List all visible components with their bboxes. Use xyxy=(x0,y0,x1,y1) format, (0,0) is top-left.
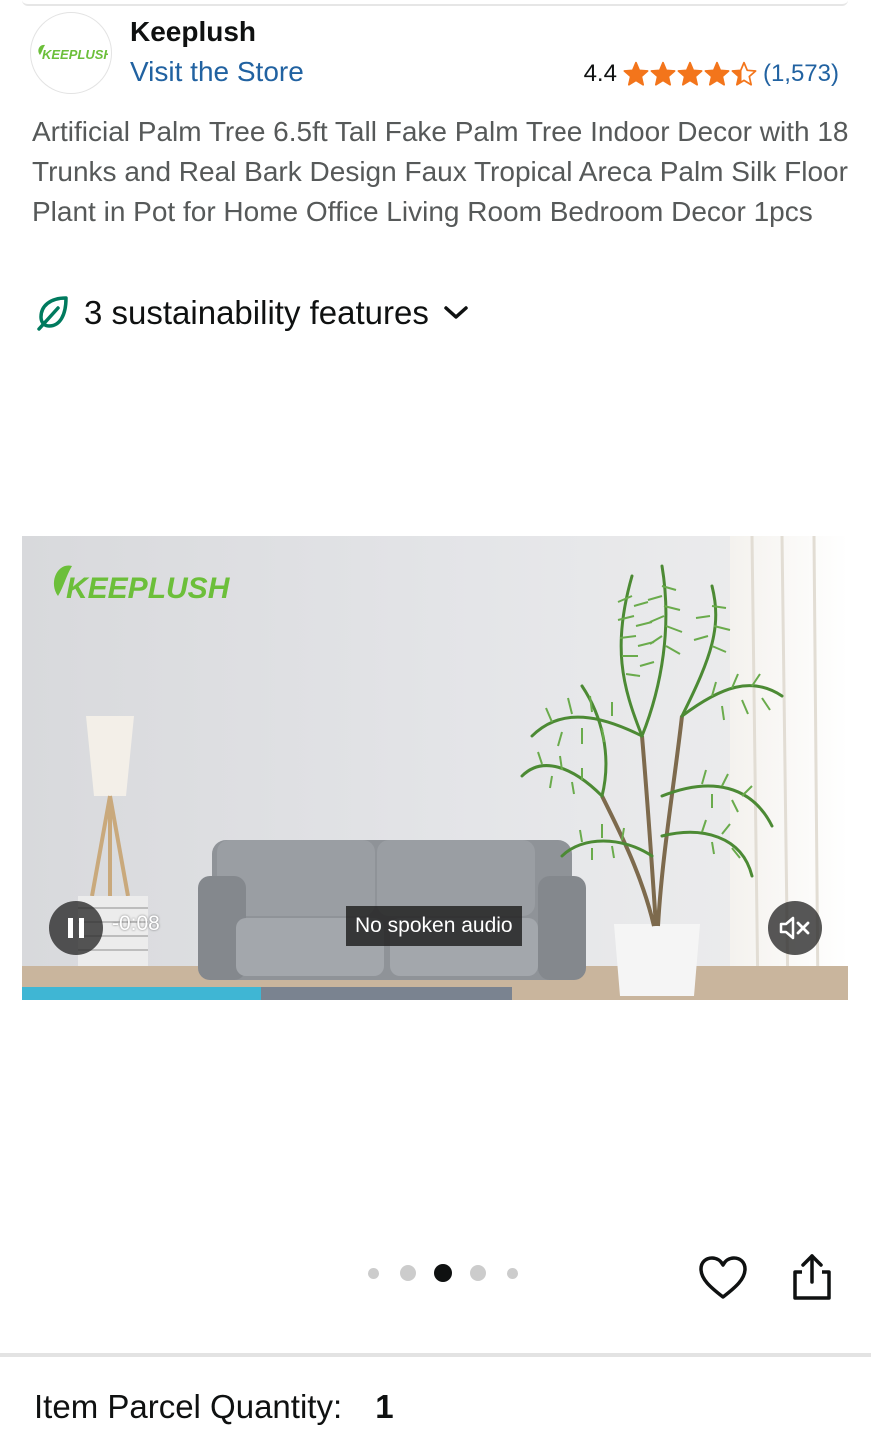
star-icon xyxy=(623,61,649,86)
parcel-quantity-value: 1 xyxy=(375,1388,394,1425)
mute-button[interactable] xyxy=(768,901,822,955)
leaf-icon xyxy=(37,296,68,331)
star-icon xyxy=(704,61,730,86)
carousel-dot[interactable] xyxy=(507,1267,518,1279)
share-icon xyxy=(793,1254,831,1300)
carousel-dot[interactable] xyxy=(368,1267,379,1279)
wishlist-button[interactable] xyxy=(698,1255,748,1306)
heart-icon xyxy=(699,1256,747,1299)
speaker-muted-icon xyxy=(779,916,810,940)
star-icon xyxy=(731,61,757,86)
carousel-indicator xyxy=(356,1264,530,1282)
parcel-quantity: Item Parcel Quantity: 1 xyxy=(34,1388,394,1426)
carousel-dot[interactable] xyxy=(470,1265,486,1281)
rating-count[interactable]: (1,573) xyxy=(763,60,839,88)
visit-store-link[interactable]: Visit the Store xyxy=(130,56,304,88)
pause-icon xyxy=(68,918,84,938)
brand-name: Keeplush xyxy=(130,16,257,47)
chevron-down-icon xyxy=(444,306,468,319)
product-title: Artificial Palm Tree 6.5ft Tall Fake Pal… xyxy=(32,116,849,227)
brand-logo-text: KEEPLUSH xyxy=(42,47,108,62)
pause-button[interactable] xyxy=(49,901,103,955)
brand-logo-icon: KEEPLUSH xyxy=(38,44,108,62)
star-rating xyxy=(623,61,757,87)
sustainability-label: 3 sustainability features xyxy=(84,294,429,331)
rating-value: 4.4 xyxy=(583,60,617,87)
video-watermark: KEEPLUSH xyxy=(66,572,231,605)
video-time: -0:08 xyxy=(112,912,160,935)
star-icon xyxy=(677,61,703,86)
product-video[interactable]: KEEPLUSH -0:08 No spoken audio xyxy=(22,536,848,1000)
brand-logo[interactable]: KEEPLUSH xyxy=(30,12,112,94)
card-edge xyxy=(22,0,848,6)
star-icon xyxy=(650,61,676,86)
video-progress-fill xyxy=(22,987,261,1000)
share-button[interactable] xyxy=(790,1252,834,1307)
caption-badge: No spoken audio xyxy=(346,906,522,946)
rating-summary[interactable]: 4.4 (1,573) xyxy=(584,60,839,88)
carousel-dot-active[interactable] xyxy=(434,1264,452,1282)
product-page: KEEPLUSH Keeplush Visit the Store 4.4 (1… xyxy=(0,0,871,1440)
section-divider xyxy=(0,1353,871,1357)
carousel-dot[interactable] xyxy=(400,1265,416,1281)
sustainability-toggle[interactable]: 3 sustainability features xyxy=(36,294,469,332)
video-progress-track[interactable] xyxy=(22,987,512,1000)
parcel-quantity-label: Item Parcel Quantity: xyxy=(34,1388,343,1425)
